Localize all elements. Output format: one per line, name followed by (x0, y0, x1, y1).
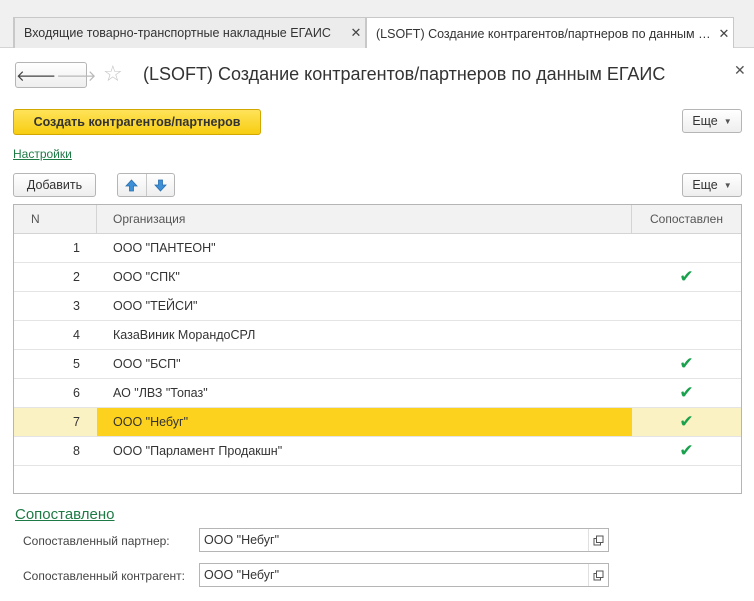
settings-link[interactable]: Настройки (13, 147, 72, 161)
row-organization[interactable]: ООО "Небуг" (97, 408, 632, 436)
matched-partner-value: ООО "Небуг" (204, 533, 280, 547)
matched-section-title[interactable]: Сопоставлено (15, 506, 115, 523)
chevron-down-icon: ▼ (723, 180, 732, 190)
checkmark-icon: ✔ (679, 267, 694, 286)
move-down-button[interactable] (147, 174, 175, 196)
column-header-matched[interactable]: Сопоставлен (632, 205, 741, 233)
table-row[interactable]: 1 ООО "ПАНТЕОН" (14, 234, 741, 263)
chevron-down-icon: ▼ (723, 116, 732, 126)
row-organization[interactable]: КазаВиник МорандоСРЛ (97, 321, 632, 349)
table-row[interactable]: 8 ООО "Парламент Продакшн" ✔ (14, 437, 741, 466)
row-number: 4 (73, 328, 80, 342)
create-counterparties-button[interactable]: Создать контрагентов/партнеров (13, 109, 261, 135)
row-matched[interactable] (632, 321, 741, 349)
row-organization[interactable]: ООО "БСП" (97, 350, 632, 378)
table-header: N Организация Сопоставлен (14, 205, 741, 234)
forward-button[interactable]: 🡒 (56, 63, 96, 87)
row-organization[interactable]: АО "ЛВЗ "Топаз" (97, 379, 632, 407)
table-more-button[interactable]: Еще ▼ (682, 173, 742, 197)
move-buttons (117, 173, 175, 197)
row-number: 7 (73, 415, 80, 429)
row-matched[interactable] (632, 292, 741, 320)
add-button[interactable]: Добавить (13, 173, 96, 197)
page-title: (LSOFT) Создание контрагентов/партнеров … (143, 64, 666, 84)
row-organization[interactable]: ООО "ТЕЙСИ" (97, 292, 632, 320)
table-row[interactable]: 3 ООО "ТЕЙСИ" (14, 292, 741, 321)
arrow-right-icon: 🡒 (56, 67, 97, 85)
more-button[interactable]: Еще ▼ (682, 109, 742, 133)
matched-partner-field[interactable]: ООО "Небуг" (199, 528, 609, 552)
arrow-up-icon (125, 178, 139, 191)
table-row[interactable]: 7 ООО "Небуг" ✔ (14, 408, 741, 437)
more-label: Еще (692, 114, 718, 128)
column-header-n[interactable]: N (14, 205, 97, 233)
table-row[interactable]: 2 ООО "СПК" ✔ (14, 263, 741, 292)
form-window: 🡐 🡒 ☆ (LSOFT) Создание контрагентов/парт… (0, 48, 754, 601)
row-organization[interactable]: ООО "Парламент Продакшн" (97, 437, 632, 465)
tab-incoming-waybills[interactable]: Входящие товарно-транспортные накладные … (14, 17, 366, 48)
row-number: 8 (73, 444, 80, 458)
table-row[interactable]: 4 КазаВиник МорандоСРЛ (14, 321, 741, 350)
table-row[interactable]: 6 АО "ЛВЗ "Топаз" ✔ (14, 379, 741, 408)
row-matched[interactable]: ✔ (632, 263, 741, 291)
tab-bar: Входящие товарно-транспортные накладные … (0, 0, 754, 49)
table-row[interactable]: 5 ООО "БСП" ✔ (14, 350, 741, 379)
open-item-icon[interactable] (588, 529, 608, 551)
checkmark-icon: ✔ (679, 383, 694, 402)
tab-close-icon[interactable]: ✕ (715, 26, 733, 42)
star-icon[interactable]: ☆ (103, 61, 123, 87)
matched-counterparty-label: Сопоставленный контрагент: (23, 569, 186, 583)
row-matched[interactable]: ✔ (632, 408, 741, 436)
matched-counterparty-field[interactable]: ООО "Небуг" (199, 563, 609, 587)
matched-counterparty-value: ООО "Небуг" (204, 568, 280, 582)
open-item-icon[interactable] (588, 564, 608, 586)
row-number: 2 (73, 270, 80, 284)
close-icon[interactable]: ✕ (734, 62, 746, 79)
back-button[interactable]: 🡐 (16, 63, 56, 87)
row-number: 6 (73, 386, 80, 400)
row-matched[interactable]: ✔ (632, 350, 741, 378)
checkmark-icon: ✔ (679, 354, 694, 373)
row-organization[interactable]: ООО "ПАНТЕОН" (97, 234, 632, 262)
row-number: 1 (73, 241, 80, 255)
arrow-left-icon: 🡐 (16, 67, 57, 85)
arrow-down-icon (153, 179, 167, 192)
checkmark-icon: ✔ (679, 412, 694, 431)
tab-label: Входящие товарно-транспортные накладные … (24, 26, 331, 40)
matched-partner-label: Сопоставленный партнер: (23, 534, 170, 548)
tab-label: (LSOFT) Создание контрагентов/партнеров … (376, 26, 715, 41)
row-number: 3 (73, 299, 80, 313)
row-matched[interactable]: ✔ (632, 437, 741, 465)
organizations-table: N Организация Сопоставлен 1 ООО "ПАНТЕОН"… (13, 204, 742, 494)
tab-close-icon[interactable]: ✕ (347, 25, 365, 41)
row-matched[interactable]: ✔ (632, 379, 741, 407)
row-number: 5 (73, 357, 80, 371)
tab-create-counterparties[interactable]: (LSOFT) Создание контрагентов/партнеров … (366, 17, 734, 49)
row-matched[interactable] (632, 234, 741, 262)
tab-bar-spacer (0, 17, 14, 48)
row-organization[interactable]: ООО "СПК" (97, 263, 632, 291)
more-label: Еще (692, 178, 718, 192)
checkmark-icon: ✔ (679, 441, 694, 460)
navigation-buttons: 🡐 🡒 (15, 62, 96, 88)
column-header-organization[interactable]: Организация (97, 205, 632, 233)
table-body: 1 ООО "ПАНТЕОН" 2 ООО "СПК" ✔ 3 ООО "ТЕЙСИ" 4 Ка… (14, 234, 741, 466)
move-up-button[interactable] (118, 174, 146, 196)
